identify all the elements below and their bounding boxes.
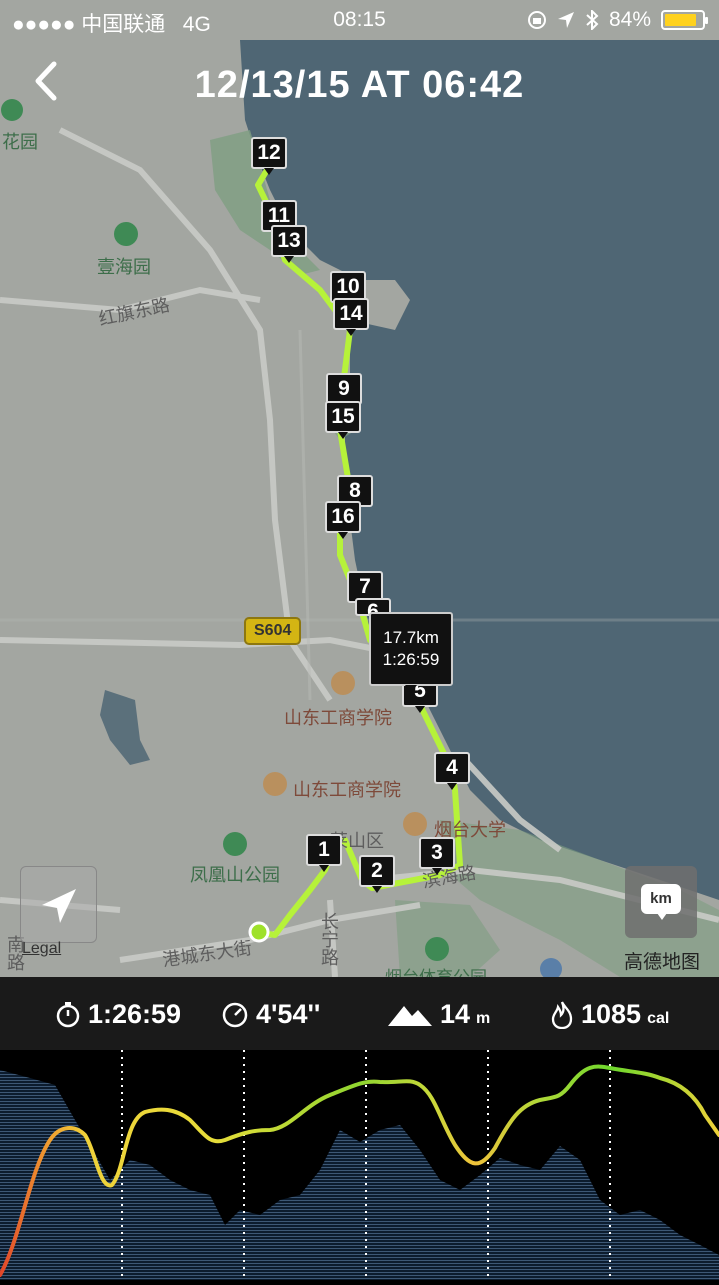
location-arrow-icon — [42, 889, 76, 923]
duration-value: 1:26:59 — [88, 999, 182, 1029]
stat-elevation: 14 m — [388, 999, 490, 1030]
orientation-lock-icon — [527, 11, 546, 29]
km-marker-2[interactable]: 2 — [359, 855, 395, 893]
highway-badge-s604: S604 — [244, 617, 302, 645]
locate-me-button[interactable] — [20, 866, 97, 943]
bluetooth-icon — [586, 10, 599, 30]
route-map[interactable]: 花园 壹海园 红旗东路 S604 山东工商学院 山东工商学院 烟台大学 凤凰山公… — [0, 0, 719, 977]
km-marker-14[interactable]: 14 — [333, 298, 369, 336]
stat-calories: 1085 cal — [551, 999, 669, 1030]
stopwatch-icon — [56, 1001, 80, 1027]
graph-svg — [0, 1050, 719, 1280]
pace-value: 4'54'' — [256, 999, 321, 1029]
map-label-fenghuang-park: 凤凰山公园 — [190, 865, 280, 885]
km-marker-16[interactable]: 16 — [325, 501, 361, 539]
unit-toggle-button[interactable]: km — [625, 866, 697, 938]
map-label-sdtbu-2: 山东工商学院 — [293, 780, 401, 800]
km-marker-1[interactable]: 1 — [306, 834, 342, 872]
km-marker-4[interactable]: 4 — [434, 752, 470, 790]
km-marker-3[interactable]: 3 — [419, 837, 455, 875]
tooltip-time: 1:26:59 — [382, 650, 440, 669]
map-label-huayuan: 花园 — [2, 132, 38, 152]
battery-icon — [661, 10, 708, 30]
stat-pace: 4'54'' — [222, 999, 320, 1030]
km-marker-13[interactable]: 13 — [271, 225, 307, 263]
km-bubble-icon: km — [641, 884, 681, 920]
map-label-changning-road: 长宁路 — [319, 912, 339, 966]
tooltip-distance: 17.7km — [383, 628, 439, 647]
km-marker-12[interactable]: 12 — [251, 137, 287, 175]
map-label-sports-park: 烟台体育公园 — [385, 963, 487, 977]
elevation-area — [0, 1070, 719, 1280]
elevation-unit: m — [476, 1010, 491, 1027]
km-marker-15[interactable]: 15 — [325, 401, 361, 439]
flame-icon — [551, 1000, 573, 1029]
status-bar: ●●●●● 中国联通 4G 08:15 84% — [0, 0, 719, 40]
route-tooltip: 17.7km 1:26:59 — [369, 612, 453, 693]
map-label-sdtbu-1: 山东工商学院 — [284, 708, 392, 728]
speedometer-icon — [222, 1002, 248, 1027]
stats-bar: 1:26:59 4'54'' 14 m 1085 cal — [0, 977, 719, 1050]
battery-percent: 84% — [608, 8, 651, 31]
start-point — [248, 921, 270, 943]
calories-unit: cal — [647, 1010, 670, 1027]
mountain-icon — [388, 1005, 432, 1026]
calories-value: 1085 — [581, 999, 642, 1029]
legal-link[interactable]: Legal — [22, 940, 61, 958]
location-services-icon — [557, 12, 574, 28]
pace-elevation-graph — [0, 1050, 719, 1280]
stat-duration: 1:26:59 — [56, 999, 181, 1030]
header: 12/13/15 AT 06:42 — [0, 52, 719, 122]
page-title: 12/13/15 AT 06:42 — [194, 64, 525, 106]
map-label-yihaiyuan: 壹海园 — [97, 257, 151, 277]
map-provider-logo: 高德地图 — [624, 952, 701, 973]
elevation-value: 14 — [440, 999, 471, 1029]
